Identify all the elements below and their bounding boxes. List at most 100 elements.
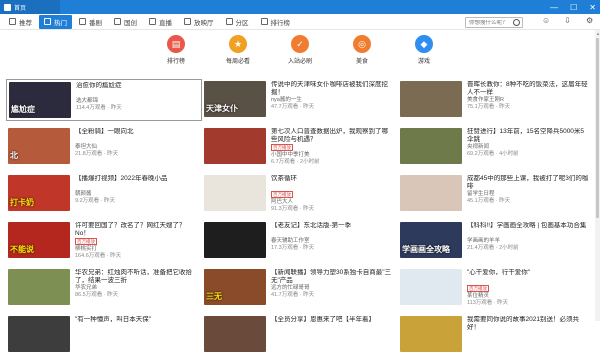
search-box[interactable] <box>465 17 523 28</box>
video-info: "有一种懵声，叫日本天保" <box>75 316 197 354</box>
category-2[interactable]: ✓ 入站必刷 <box>280 35 320 68</box>
video-thumbnail[interactable] <box>400 81 462 117</box>
video-title[interactable]: 【全粉骑】一眼向北 <box>75 128 197 144</box>
video-title[interactable]: 【新闻联播】领导力塑30系独卡自商最"三无"产品 <box>271 269 393 285</box>
video-channel[interactable]: 留学生日程 <box>467 191 589 198</box>
video-thumbnail[interactable]: 学画画全攻略 <box>400 222 462 258</box>
video-title[interactable]: 华农兄弟：红烛肉不听话，准备把它收拾了，结果一波三折 <box>75 269 197 285</box>
video-channel[interactable]: 泰坦大仙 <box>75 144 197 151</box>
nav-item-3[interactable]: 国创 <box>109 15 142 29</box>
video-title[interactable]: 晋晖长教你：8种不吃的饭菜法，这届年轻人不一样 <box>467 81 589 97</box>
category-3[interactable]: ◎ 美食 <box>342 35 382 68</box>
category-4[interactable]: ◆ 游戏 <box>404 35 444 68</box>
video-meta: 21.4万观看 · 2小时前 <box>467 245 519 251</box>
video-title[interactable]: "有一种懵声，叫日本天保" <box>75 316 197 332</box>
nav-item-2[interactable]: 番剧 <box>74 15 107 29</box>
nav-item-7[interactable]: 排行榜 <box>256 15 296 29</box>
video-title[interactable]: 我需要同你说的故事2021别送！必须共好！ <box>467 316 589 332</box>
video-title[interactable]: 成都45中的那些上课，我被打了呢3们的咖啡 <box>467 175 589 191</box>
scroll-up-icon[interactable]: ▲ <box>596 31 600 36</box>
video-card[interactable]: 我需要同你说的故事2021别送！必须共好！ <box>398 314 594 356</box>
video-channel[interactable]: 选大都锦 <box>76 98 198 105</box>
video-card[interactable]: 【老友记】东北话版-第一季 春天辅助工作室 17.3万观看 · 昨天 <box>202 220 398 262</box>
video-card[interactable]: 学画画全攻略 【科科!!】学画画全攻略 | 包画基本功合集 学画画的羊羊 21.4万观… <box>398 220 594 262</box>
video-title[interactable]: 【老友记】东北话版-第一季 <box>271 222 393 238</box>
video-thumbnail[interactable] <box>204 222 266 258</box>
scrollbar-thumb[interactable] <box>596 38 599 218</box>
video-thumbnail[interactable]: 北 <box>8 128 70 164</box>
video-card[interactable]: "心干爱你，行干爱你" 百万播放 某位精灵 113万观看 · 昨天 <box>398 267 594 309</box>
video-thumbnail[interactable] <box>204 316 266 352</box>
video-thumbnail[interactable]: 打卡奶 <box>8 175 70 211</box>
close-button[interactable]: ✕ <box>589 3 596 12</box>
nav-item-0[interactable]: 推荐 <box>4 15 37 29</box>
video-thumbnail[interactable] <box>204 128 266 164</box>
video-channel[interactable]: 远方的忙碌哥哥 <box>271 285 393 292</box>
video-card[interactable]: 北 【全粉骑】一眼向北 泰坦大仙 21.8万观看 · 昨天 <box>6 126 202 168</box>
video-thumbnail[interactable]: 不能说 <box>8 222 70 258</box>
video-channel[interactable]: 某位精灵 <box>467 293 589 300</box>
download-icon[interactable]: ⇩ <box>564 17 572 25</box>
video-title[interactable]: 【播爆打视频】2022年春晚小品 <box>75 175 197 191</box>
window-tab[interactable]: 首页 <box>0 0 60 14</box>
category-icon: ◆ <box>415 35 433 53</box>
category-shortcuts: ▤ 排行榜 ★ 每周必看 ✓ 入站必刷 ◎ 美食 ◆ 游戏 <box>0 30 600 68</box>
video-thumbnail[interactable]: 尴尬症 <box>9 82 71 118</box>
video-thumbnail[interactable] <box>8 269 70 305</box>
video-channel[interactable]: 学画画的羊羊 <box>467 238 589 245</box>
nav-item-5[interactable]: 放映厅 <box>179 15 219 29</box>
video-title[interactable]: 【科科!!】学画画全攻略 | 包画基本功合集 <box>467 222 589 238</box>
minimize-button[interactable]: — <box>550 3 558 12</box>
scrollbar[interactable]: ▲ <box>595 30 600 321</box>
video-thumbnail[interactable] <box>400 175 462 211</box>
video-thumbnail[interactable] <box>204 175 266 211</box>
video-channel[interactable]: 美食作家王刚R <box>467 97 589 104</box>
video-thumbnail[interactable] <box>8 316 70 352</box>
video-card[interactable]: 三无 【新闻联播】领导力塑30系独卡自商最"三无"产品 远方的忙碌哥哥 41.7万观看… <box>202 267 398 309</box>
video-title[interactable]: 第七次人口普查数据出炉，我观察到了哪些风险与机遇？ <box>271 128 393 144</box>
video-card[interactable]: "有一种懵声，叫日本天保" <box>6 314 202 356</box>
video-card[interactable]: 【全员分享】恩惠来了吧【半年着】 <box>202 314 398 356</box>
video-channel[interactable]: 央视新闻 <box>467 144 589 151</box>
video-title[interactable]: 饮茶循环 <box>271 175 393 191</box>
video-channel[interactable]: 小国中中季打美 <box>271 152 393 159</box>
video-thumbnail[interactable]: 天津女仆 <box>204 81 266 117</box>
search-icon[interactable] <box>513 19 520 26</box>
video-title[interactable]: 治愈你的尴尬症 <box>76 82 198 98</box>
search-input[interactable] <box>469 19 513 26</box>
video-card[interactable]: 第七次人口普查数据出炉，我观察到了哪些风险与机遇？ 百万播放 小国中中季打美 6.7万… <box>202 126 398 168</box>
settings-icon[interactable]: ⚙ <box>586 17 594 25</box>
video-channel[interactable]: 阿巴大人 <box>271 199 393 206</box>
video-card[interactable]: 狂赞进行】13年前，15名空降兵5000米5伞跳 央视新闻 69.2万观看 · 4小… <box>398 126 594 168</box>
video-title[interactable]: 传说中的天津味女仆咖啡店被我们深度挖掘！ <box>271 81 393 97</box>
video-thumbnail[interactable] <box>400 128 462 164</box>
nav-item-1[interactable]: 热门 <box>39 14 72 29</box>
category-1[interactable]: ★ 每周必看 <box>218 35 258 68</box>
video-card[interactable]: 不能说 许可要回国了？改名了？网红天嫂了？No！ 百万播放 柳桃实打 164.6万观看 … <box>6 220 202 262</box>
video-channel[interactable]: 华农兄弟 <box>75 285 197 292</box>
nav-item-6[interactable]: 分区 <box>221 15 254 29</box>
nav-item-4[interactable]: 直播 <box>144 15 177 29</box>
video-card[interactable]: 饮茶循环 百万播放 阿巴大人 91.3万观看 · 昨天 <box>202 173 398 215</box>
video-card[interactable]: 天津女仆 传说中的天津味女仆咖啡店被我们深度挖掘！ nya酱的一生 47.7万观看 ·… <box>202 79 398 121</box>
video-card[interactable]: 华农兄弟：红烛肉不听话，准备把它收拾了，结果一波三折 华农兄弟 86.5万观看 · … <box>6 267 202 309</box>
video-card[interactable]: 成都45中的那些上课，我被打了呢3们的咖啡 留学生日程 45.1万观看 · 昨天 <box>398 173 594 215</box>
video-thumbnail[interactable] <box>400 316 462 352</box>
video-thumbnail[interactable] <box>400 269 462 305</box>
video-channel[interactable]: 朝颜酱 <box>75 191 197 198</box>
user-icon[interactable]: ☺ <box>542 17 550 25</box>
video-card[interactable]: 打卡奶 【播爆打视频】2022年春晚小品 朝颜酱 9.2万观看 · 昨天 <box>6 173 202 215</box>
maximize-button[interactable]: ☐ <box>570 3 577 12</box>
category-0[interactable]: ▤ 排行榜 <box>156 35 196 68</box>
video-card[interactable]: 尴尬症 治愈你的尴尬症 选大都锦 114.4万观看 · 昨天 <box>6 79 202 121</box>
video-channel[interactable]: 柳桃实打 <box>75 246 197 253</box>
video-thumbnail[interactable]: 三无 <box>204 269 266 305</box>
video-title[interactable]: 【全员分享】恩惠来了吧【半年着】 <box>271 316 393 332</box>
video-title[interactable]: 狂赞进行】13年前，15名空降兵5000米5伞跳 <box>467 128 589 144</box>
video-channel[interactable]: nya酱的一生 <box>271 97 393 104</box>
video-title[interactable]: "心干爱你，行干爱你" <box>467 269 589 285</box>
video-channel[interactable]: 春天辅助工作室 <box>271 238 393 245</box>
video-title[interactable]: 许可要回国了？改名了？网红天嫂了？No！ <box>75 222 197 238</box>
video-card[interactable]: 晋晖长教你：8种不吃的饭菜法，这届年轻人不一样 美食作家王刚R 75.1万观看 · … <box>398 79 594 121</box>
nav-item-label: 番剧 <box>89 19 102 27</box>
